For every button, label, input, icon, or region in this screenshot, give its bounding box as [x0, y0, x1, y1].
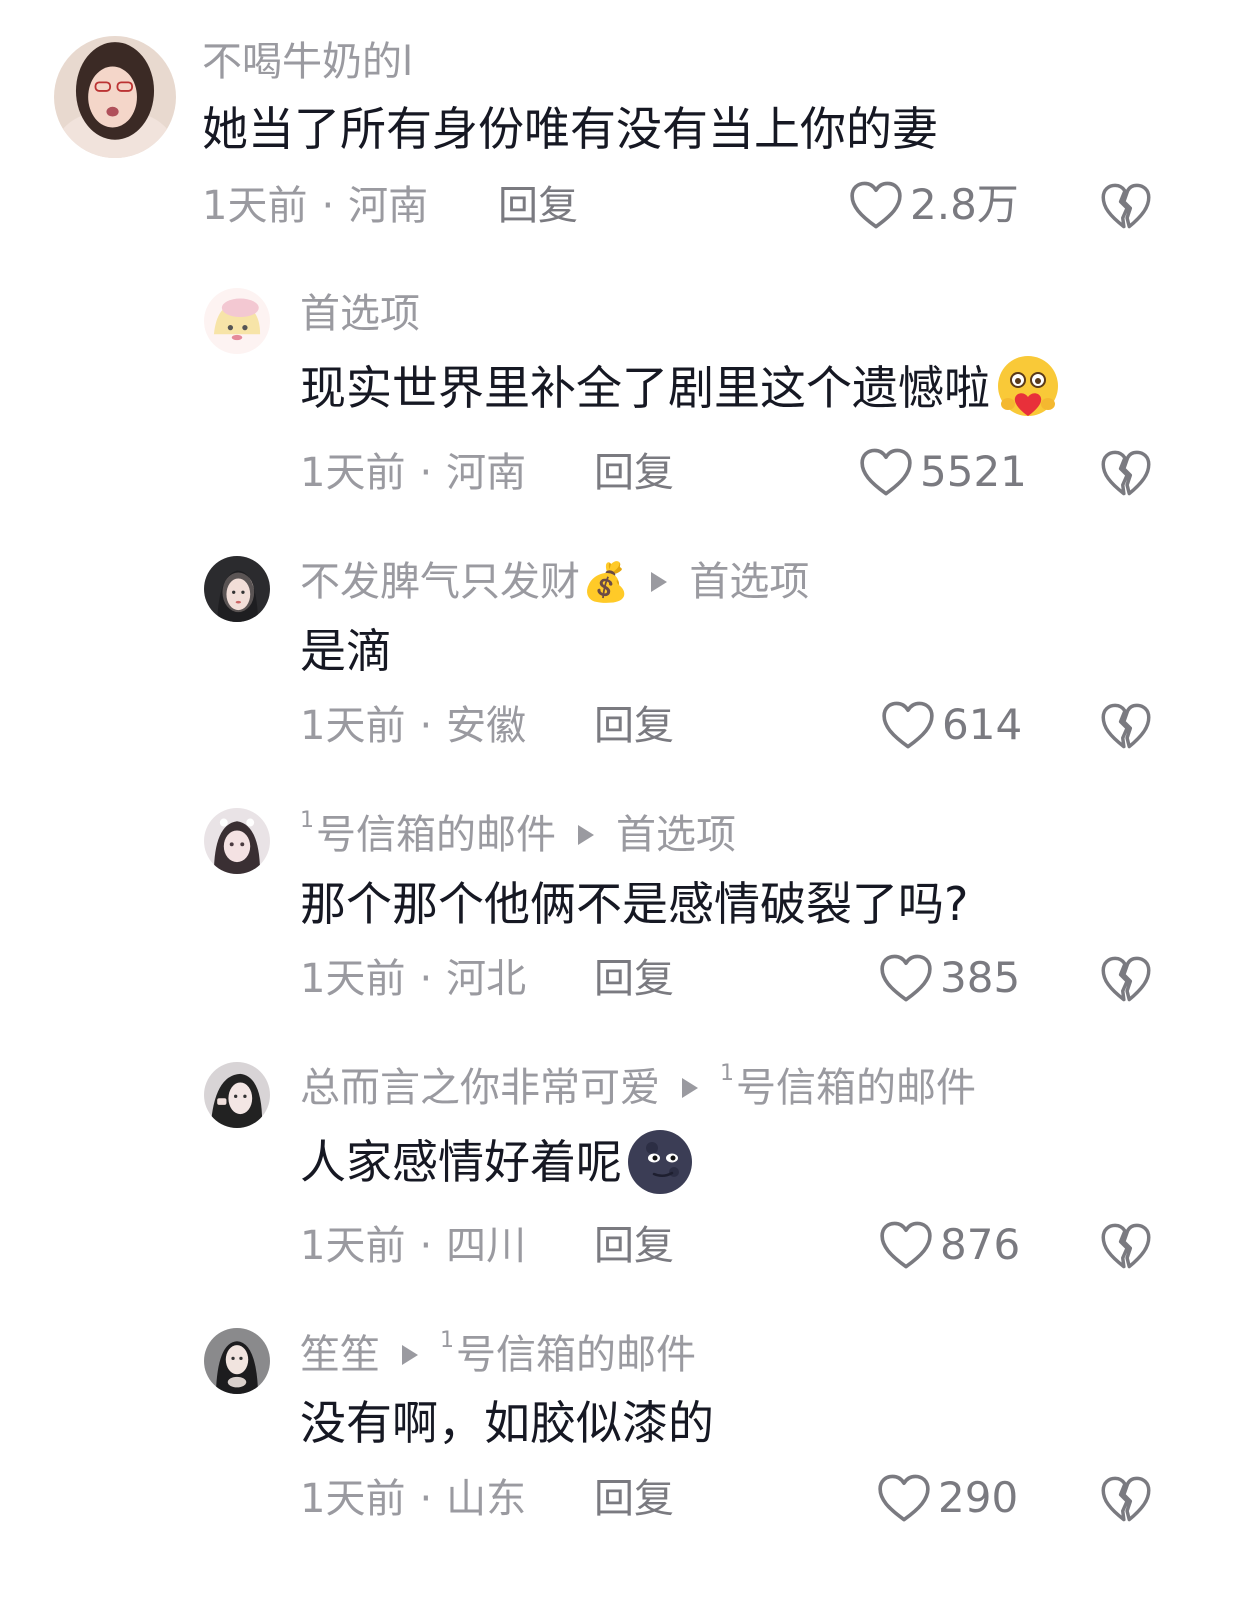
- reply-to-prefix: 1: [440, 1328, 454, 1353]
- comment-location: 山东: [446, 1476, 527, 1522]
- comment-meta: 1天前 · 山东: [300, 1479, 526, 1519]
- dislike-button[interactable]: [1100, 1474, 1152, 1524]
- meta-separator: ·: [419, 1476, 433, 1522]
- username[interactable]: 笙笙 1 号信箱的邮件: [300, 1330, 696, 1378]
- like-button[interactable]: 290: [876, 1473, 1018, 1523]
- username-text: 笙笙: [300, 1332, 380, 1378]
- comment-item: 笙笙 1 号信箱的邮件 没有啊，如胶似漆的 1天前 · 山东 回复 290: [0, 0, 1258, 1560]
- avatar[interactable]: [204, 1328, 270, 1394]
- avatar-image: [204, 1328, 270, 1394]
- comment-time: 1天前: [300, 1476, 406, 1522]
- reply-to-username[interactable]: 号信箱的邮件: [456, 1335, 696, 1375]
- comment-text: 没有啊，如胶似漆的: [300, 1400, 714, 1446]
- heart-outline-icon: [878, 1474, 930, 1522]
- like-count: 290: [938, 1473, 1019, 1522]
- broken-heart-icon: [1101, 1476, 1151, 1522]
- comment-text-content: 没有啊，如胶似漆的: [300, 1396, 714, 1450]
- play-triangle-icon: [402, 1345, 418, 1365]
- reply-button[interactable]: 回复: [594, 1479, 674, 1519]
